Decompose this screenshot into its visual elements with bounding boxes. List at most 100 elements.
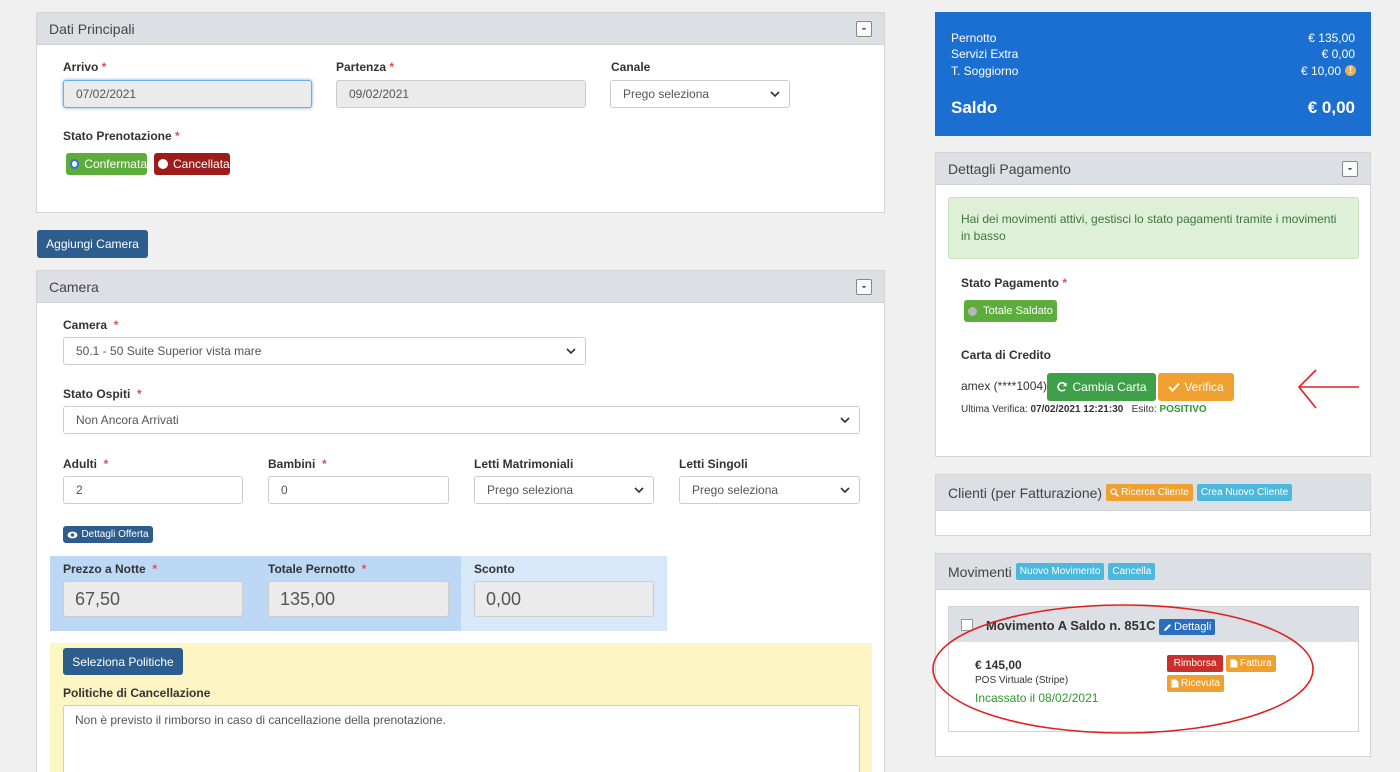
stato-pagamento-label: Stato Pagamento * — [961, 276, 1068, 290]
camera-label: Camera * — [63, 318, 119, 332]
stato-ospiti-select[interactable]: Non Ancora Arrivati — [63, 406, 860, 434]
dettagli-offerta-button[interactable]: Dettagli Offerta — [63, 526, 153, 543]
ricerca-cliente-button[interactable]: Ricerca Cliente — [1106, 484, 1193, 501]
letti-matrimoniali-value: Prego seleziona — [487, 483, 574, 497]
stato-prenotazione-label: Stato Prenotazione * — [63, 129, 180, 143]
nuovo-movimento-button[interactable]: Nuovo Movimento — [1015, 563, 1105, 580]
eye-icon — [67, 531, 78, 538]
tassa-soggiorno-value: € 10,00 — [1300, 64, 1341, 78]
cancellata-label: Cancellata — [173, 157, 230, 171]
saldo-label: Saldo — [951, 98, 998, 117]
partenza-label: Partenza * — [336, 60, 395, 74]
ultima-verifica-value: 07/02/2021 12:21:30 — [1030, 404, 1124, 415]
red-ellipse-annotation — [932, 604, 1314, 734]
panel-title: Movimenti — [948, 563, 1012, 580]
letti-matrimoniali-label: Letti Matrimoniali — [474, 457, 574, 471]
movimenti-alert: Hai dei movimenti attivi, gestisci lo st… — [948, 197, 1359, 259]
panel-title: Camera — [49, 278, 99, 295]
bambini-input[interactable]: 0 — [268, 476, 449, 504]
info-icon[interactable]: ! — [1345, 65, 1356, 76]
ultima-verifica: Ultima Verifica: 07/02/2021 12:21:30 Esi… — [961, 404, 1207, 415]
pernotto-value: € 135,00 — [1308, 31, 1355, 45]
confermata-label: Confermata — [84, 157, 147, 171]
totale-pernotto-label: Totale Pernotto * — [268, 562, 367, 576]
cancella-movimento-button[interactable]: Cancella — [1108, 563, 1156, 580]
radio-disabled-icon — [968, 306, 978, 316]
servizi-extra-value: € 0,00 — [1321, 47, 1355, 61]
esito-label: Esito: — [1131, 404, 1157, 415]
stato-ospiti-label: Stato Ospiti * — [63, 387, 142, 401]
letti-matrimoniali-select[interactable]: Prego seleziona — [474, 476, 654, 504]
panel-header: Clienti (per Fatturazione) Ricerca Clien… — [936, 475, 1370, 511]
panel-header: Dettagli Pagamento - — [936, 153, 1370, 185]
red-arrow-annotation — [1297, 369, 1359, 409]
carta-credito-label: Carta di Credito — [961, 348, 1052, 362]
arrivo-input[interactable]: 07/02/2021 — [63, 80, 312, 108]
carta-value: amex (****1004) — [961, 379, 1048, 393]
politiche-label: Politiche di Cancellazione — [63, 686, 211, 700]
verifica-button[interactable]: Verifica — [1158, 373, 1234, 401]
chevron-down-icon — [770, 91, 780, 98]
aggiungi-camera-button[interactable]: Aggiungi Camera — [37, 230, 148, 258]
dettagli-offerta-label: Dettagli Offerta — [81, 529, 149, 540]
chevron-down-icon — [840, 487, 850, 494]
summary-panel: Pernotto € 135,00 Servizi Extra € 0,00 T… — [935, 12, 1371, 136]
pernotto-label: Pernotto — [951, 31, 997, 45]
stato-ospiti-value: Non Ancora Arrivati — [76, 413, 179, 427]
ricerca-cliente-label: Ricerca Cliente — [1121, 487, 1189, 498]
sconto-label: Sconto — [474, 562, 515, 576]
check-icon — [1168, 382, 1181, 392]
cambia-carta-label: Cambia Carta — [1072, 380, 1147, 394]
totale-saldato-label: Totale Saldato — [983, 305, 1053, 317]
prezzo-notte-label: Prezzo a Notte * — [63, 562, 158, 576]
prezzo-notte-input[interactable]: 67,50 — [63, 581, 243, 617]
collapse-button[interactable]: - — [856, 279, 872, 295]
crea-cliente-button[interactable]: Crea Nuovo Cliente — [1196, 484, 1293, 501]
esito-value: POSITIVO — [1159, 404, 1207, 415]
camera-value: 50.1 - 50 Suite Superior vista mare — [76, 344, 262, 358]
adulti-label: Adulti * — [63, 457, 109, 471]
panel-header: Dati Principali - — [37, 13, 884, 45]
panel-dati-principali: Dati Principali - Arrivo * 07/02/2021 Pa… — [36, 12, 885, 213]
ultima-verifica-label: Ultima Verifica: — [961, 404, 1028, 415]
bambini-label: Bambini * — [268, 457, 327, 471]
radio-unselected-icon — [158, 159, 168, 169]
adulti-input[interactable]: 2 — [63, 476, 243, 504]
canale-value: Prego seleziona — [623, 87, 710, 101]
chevron-down-icon — [634, 487, 644, 494]
verifica-label: Verifica — [1184, 380, 1224, 394]
panel-title: Clienti (per Fatturazione) — [948, 484, 1103, 501]
sconto-input[interactable]: 0,00 — [474, 581, 654, 617]
partenza-input[interactable]: 09/02/2021 — [336, 80, 586, 108]
camera-select[interactable]: 50.1 - 50 Suite Superior vista mare — [63, 337, 586, 365]
stato-confermata-radio[interactable]: Confermata — [66, 153, 147, 175]
stato-totale-saldato-radio[interactable]: Totale Saldato — [964, 300, 1057, 322]
collapse-button[interactable]: - — [856, 21, 872, 37]
panel-camera: Camera - Camera * 50.1 - 50 Suite Superi… — [36, 270, 885, 772]
totale-pernotto-input[interactable]: 135,00 — [268, 581, 449, 617]
politiche-textarea[interactable]: Non è previsto il rimborso in caso di ca… — [63, 705, 860, 772]
panel-header: Movimenti Nuovo Movimento Cancella — [936, 554, 1370, 590]
canale-select[interactable]: Prego seleziona — [610, 80, 790, 108]
tassa-soggiorno-label: T. Soggiorno — [951, 64, 1019, 78]
arrivo-label: Arrivo * — [63, 60, 107, 74]
chevron-down-icon — [566, 348, 576, 355]
letti-singoli-value: Prego seleziona — [692, 483, 779, 497]
canale-label: Canale — [611, 60, 651, 74]
search-icon — [1110, 488, 1119, 497]
cambia-carta-button[interactable]: Cambia Carta — [1047, 373, 1156, 401]
stato-cancellata-radio[interactable]: Cancellata — [154, 153, 230, 175]
chevron-down-icon — [840, 417, 850, 424]
collapse-button[interactable]: - — [1342, 161, 1358, 177]
refresh-icon — [1057, 382, 1068, 392]
servizi-extra-label: Servizi Extra — [951, 47, 1019, 61]
letti-singoli-select[interactable]: Prego seleziona — [679, 476, 860, 504]
panel-title: Dati Principali — [49, 20, 135, 37]
radio-selected-icon — [70, 159, 80, 169]
seleziona-politiche-button[interactable]: Seleziona Politiche — [63, 648, 183, 675]
panel-title: Dettagli Pagamento — [948, 160, 1071, 177]
panel-header: Camera - — [37, 271, 884, 303]
letti-singoli-label: Letti Singoli — [679, 457, 748, 471]
panel-clienti: Clienti (per Fatturazione) Ricerca Clien… — [935, 474, 1371, 536]
saldo-value: € 0,00 — [1307, 98, 1355, 117]
